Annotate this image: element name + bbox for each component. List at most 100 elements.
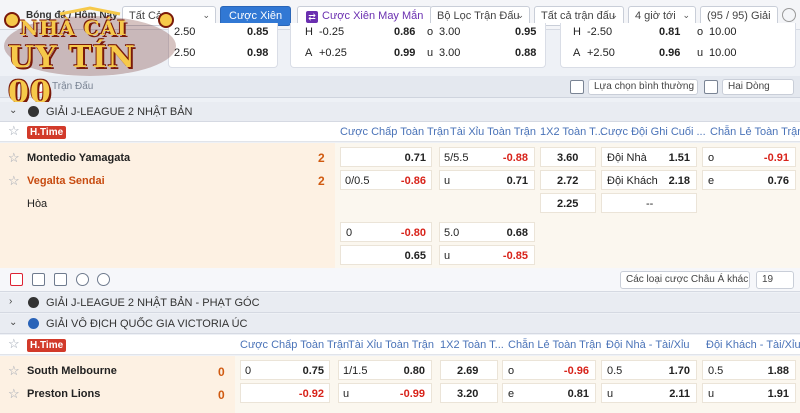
handicap-odds-cell[interactable]: 0 0.75 xyxy=(240,360,330,380)
columns-icon[interactable] xyxy=(704,80,718,94)
document-icon[interactable] xyxy=(32,273,45,286)
odds-value[interactable]: 0.81 xyxy=(659,26,680,38)
odds-row: A +2.50 0.96 u 10.00 xyxy=(561,44,795,64)
handicap-odds-cell[interactable]: -0.92 xyxy=(240,383,330,403)
1x2-odds-cell[interactable]: 2.72 xyxy=(540,170,596,190)
odds-value: 0.76 xyxy=(767,175,789,187)
odds-row: A +0.25 0.99 u 3.00 0.88 xyxy=(291,44,545,64)
1x2-odds-cell[interactable]: 2.69 xyxy=(440,360,498,380)
over-under-odds-cell[interactable]: 5.0 0.68 xyxy=(439,222,535,242)
refresh-icon[interactable] xyxy=(782,8,796,22)
bar-chart-icon[interactable] xyxy=(54,273,67,286)
odds-value: -0.88 xyxy=(502,152,528,164)
odds-ou-value[interactable]: 0.95 xyxy=(515,26,536,38)
odds-value[interactable]: 0.85 xyxy=(247,26,268,38)
away-score: 2 xyxy=(318,174,325,188)
odds-label: o xyxy=(508,365,515,377)
handicap-odds-cell[interactable]: 0.65 xyxy=(340,245,432,265)
1x2-odds-cell[interactable]: 3.60 xyxy=(540,147,596,167)
last-goal-odds-cell[interactable]: Đội Khách 2.18 xyxy=(601,170,697,190)
odds-ou: o xyxy=(427,26,434,38)
odds-value[interactable]: 0.98 xyxy=(247,47,268,59)
odds-label: u xyxy=(343,388,350,400)
star-icon[interactable]: ☆ xyxy=(8,173,20,189)
odd-even-odds-cell[interactable]: e 0.76 xyxy=(702,170,796,190)
league-header[interactable]: ⌄ GIẢI J-LEAGUE 2 NHẬT BẢN xyxy=(0,102,800,122)
view-select[interactable]: Lựa chọn bình thường xyxy=(588,79,698,95)
odds-label: e xyxy=(708,175,715,187)
odds-row: 2.50 0.98 xyxy=(169,44,277,64)
odd-even-odds-cell[interactable]: o -0.91 xyxy=(702,147,796,167)
over-under-odds-cell[interactable]: u 0.71 xyxy=(439,170,535,190)
odds-line: 0/0.5 xyxy=(345,175,370,187)
bet-count-select[interactable]: 19 xyxy=(756,271,794,289)
star-icon[interactable]: ☆ xyxy=(8,123,20,139)
over-under-odds-cell[interactable]: 5/5.5 -0.88 xyxy=(439,147,535,167)
odds-value[interactable]: 0.86 xyxy=(394,26,415,38)
odds-ou-line: 10.00 xyxy=(709,47,737,59)
odds-value: 0.71 xyxy=(404,152,426,164)
league-count-label: (95 / 95) Giải xyxy=(707,10,771,22)
1x2-odds-cell[interactable]: 2.25 xyxy=(540,193,596,213)
market-header: Cược Đội Ghi Cuối ... xyxy=(600,126,706,138)
over-under-odds-cell[interactable]: u -0.85 xyxy=(439,245,535,265)
handicap-odds-cell[interactable]: 0.71 xyxy=(340,147,432,167)
star-icon[interactable]: ☆ xyxy=(8,336,20,352)
other-bets-select[interactable]: Các loại cược Châu Á khác xyxy=(620,271,750,289)
league-header[interactable]: › GIẢI J-LEAGUE 2 NHẬT BẢN - PHẠT GÓC xyxy=(0,293,800,313)
chevron-down-icon: ⌄ xyxy=(610,10,618,20)
odds-value[interactable]: 0.99 xyxy=(394,47,415,59)
odds-label: o xyxy=(708,152,715,164)
chevron-down-icon[interactable]: ⌄ xyxy=(9,317,17,328)
other-bets-label: Các loại cược Châu Á khác xyxy=(626,274,749,285)
match-info-panel: ☆ South Melbourne 0 ☆ Preston Lions 0 xyxy=(0,356,235,413)
league-header[interactable]: ⌄ GIẢI VÔ ĐỊCH QUỐC GIA VICTORIA ÚC xyxy=(0,314,800,334)
star-icon[interactable]: ☆ xyxy=(8,150,20,166)
odds-value: -0.92 xyxy=(298,388,324,400)
odds-value: -0.80 xyxy=(400,227,426,239)
league-flag-icon xyxy=(28,106,39,117)
odd-even-odds-cell[interactable]: o -0.96 xyxy=(502,360,596,380)
last-goal-odds-cell[interactable]: Đội Nhà 1.51 xyxy=(601,147,697,167)
market-header: Đội Khách - Tài/Xỉu xyxy=(706,339,800,351)
odd-even-odds-cell[interactable]: e 0.81 xyxy=(502,383,596,403)
stats-grid-icon[interactable] xyxy=(10,273,23,286)
star-icon[interactable]: ☆ xyxy=(8,386,20,402)
over-under-odds-cell[interactable]: u -0.99 xyxy=(338,383,432,403)
last-goal-odds-cell[interactable]: -- xyxy=(601,193,697,213)
chevron-down-icon[interactable]: ⌄ xyxy=(9,105,17,116)
odds-ou-value[interactable]: 0.88 xyxy=(515,47,536,59)
odds-label: u xyxy=(607,388,614,400)
market-header: Tài Xỉu Toàn Trận xyxy=(450,126,537,138)
clock-icon[interactable] xyxy=(97,273,110,286)
home-team-ou-cell[interactable]: 0.5 1.70 xyxy=(601,360,697,380)
chevron-right-icon[interactable]: › xyxy=(9,296,12,307)
odds-value: 3.60 xyxy=(557,152,579,164)
star-icon[interactable]: ☆ xyxy=(8,363,20,379)
odds-value: 0.68 xyxy=(506,227,528,239)
odds-line: 0.5 xyxy=(607,365,623,377)
over-under-odds-cell[interactable]: 1/1.5 0.80 xyxy=(338,360,432,380)
handicap-odds-cell[interactable]: 0/0.5 -0.86 xyxy=(340,170,432,190)
column-select-label: Hai Dòng xyxy=(728,81,770,92)
list-icon[interactable] xyxy=(570,80,584,94)
odds-value: 0.65 xyxy=(404,250,426,262)
market-header: Chẵn Lẻ Toàn Trận xyxy=(508,339,602,351)
odds-value[interactable]: 0.96 xyxy=(659,47,680,59)
live-icon[interactable] xyxy=(76,273,89,286)
logo-line-1: NHÀ CÁI xyxy=(20,16,128,40)
chevron-down-icon: ⌄ xyxy=(202,10,210,20)
market-header: Tài Xỉu Toàn Trận xyxy=(348,339,435,351)
odds-value: 2.69 xyxy=(457,365,479,377)
market-header: 1X2 Toàn T... xyxy=(540,126,604,138)
away-team-ou-cell[interactable]: 0.5 1.88 xyxy=(702,360,796,380)
league-flag-icon xyxy=(28,297,39,308)
away-team-ou-cell[interactable]: u 1.91 xyxy=(702,383,796,403)
handicap-odds-cell[interactable]: 0 -0.80 xyxy=(340,222,432,242)
home-team-ou-cell[interactable]: u 2.11 xyxy=(601,383,697,403)
odds-ou: u xyxy=(697,47,704,59)
1x2-odds-cell[interactable]: 3.20 xyxy=(440,383,498,403)
hours-label: 4 giờ tới xyxy=(635,10,676,22)
column-select[interactable]: Hai Dòng xyxy=(722,79,794,95)
odds-row: H -2.50 0.81 o 10.00 xyxy=(561,23,795,43)
